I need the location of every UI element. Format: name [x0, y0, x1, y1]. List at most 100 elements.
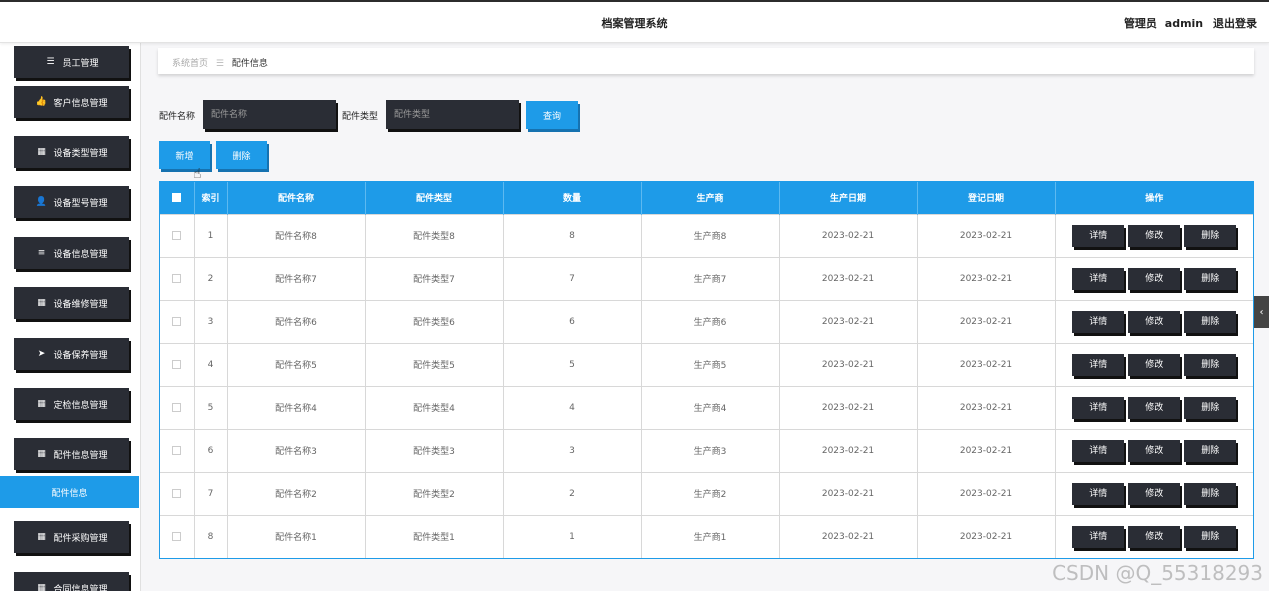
- cell-maker: 生产商8: [641, 213, 780, 257]
- edit-button[interactable]: 修改: [1128, 224, 1181, 247]
- cell-qty: 4: [503, 385, 642, 429]
- edit-button[interactable]: 修改: [1128, 353, 1181, 376]
- cell-reg-date: 2023-02-21: [917, 385, 1056, 429]
- table-row: 4 配件名称5 配件类型5 5 生产商5 2023-02-21 2023-02-21 详情 修改…: [160, 342, 1253, 386]
- sidebar-item[interactable]: 👍 客户信息管理: [14, 86, 129, 118]
- row-checkbox[interactable]: [172, 488, 182, 498]
- cell-name: 配件名称8: [227, 213, 366, 257]
- sidebar-item[interactable]: ▦ 定检信息管理: [14, 388, 129, 420]
- cell-index: 8: [194, 514, 228, 558]
- detail-button[interactable]: 详情: [1072, 482, 1125, 505]
- breadcrumb-home[interactable]: 系统首页: [172, 59, 208, 69]
- cell-reg-date: 2023-02-21: [917, 514, 1056, 558]
- table-icon: ▦: [37, 532, 46, 542]
- cell-actions: 详情 修改 删除: [1055, 256, 1253, 300]
- cell-actions: 详情 修改 删除: [1055, 385, 1253, 429]
- grid-icon: ▦: [37, 583, 46, 591]
- sidebar-item[interactable]: ▦ 设备类型管理: [14, 136, 129, 168]
- part-name-input[interactable]: [203, 100, 336, 129]
- row-select-cell: [160, 299, 195, 343]
- delete-button[interactable]: 删除: [1184, 267, 1237, 290]
- sidebar-item-label: 定检信息管理: [53, 400, 108, 411]
- detail-button[interactable]: 详情: [1072, 224, 1125, 247]
- part-type-input[interactable]: [386, 100, 519, 129]
- delete-button[interactable]: 删除: [1184, 310, 1237, 333]
- cell-name: 配件名称5: [227, 342, 366, 386]
- edit-button[interactable]: 修改: [1128, 267, 1181, 290]
- column-header: 索引: [194, 182, 228, 214]
- row-checkbox[interactable]: [172, 359, 182, 369]
- collapse-tab-chevron-icon[interactable]: ‹: [1254, 296, 1269, 328]
- cell-index: 5: [194, 385, 228, 429]
- grid-icon: ▦: [37, 399, 46, 409]
- thumbs-up-icon: 👍: [35, 97, 48, 107]
- sidebar-item[interactable]: ▦ 配件信息管理: [14, 438, 129, 470]
- batch-delete-button[interactable]: 删除: [216, 141, 267, 169]
- watermark: CSDN @Q_55318293: [1052, 561, 1263, 585]
- detail-button[interactable]: 详情: [1072, 439, 1125, 462]
- cell-qty: 3: [503, 428, 642, 472]
- cell-actions: 详情 修改 删除: [1055, 213, 1253, 257]
- cell-qty: 6: [503, 299, 642, 343]
- row-checkbox[interactable]: [172, 230, 182, 240]
- row-checkbox[interactable]: [172, 445, 182, 455]
- cell-name: 配件名称2: [227, 471, 366, 515]
- grid-icon: ▦: [37, 449, 46, 459]
- edit-button[interactable]: 修改: [1128, 396, 1181, 419]
- sidebar-item[interactable]: 👤 设备型号管理: [14, 186, 129, 218]
- cell-prod-date: 2023-02-21: [779, 213, 918, 257]
- row-checkbox[interactable]: [172, 273, 182, 283]
- delete-button[interactable]: 删除: [1184, 224, 1237, 247]
- cell-index: 1: [194, 213, 228, 257]
- cell-maker: 生产商7: [641, 256, 780, 300]
- edit-button[interactable]: 修改: [1128, 525, 1181, 548]
- sidebar-item[interactable]: ▦ 合同信息管理: [14, 572, 129, 591]
- row-checkbox[interactable]: [172, 402, 182, 412]
- logout-link[interactable]: 退出登录: [1213, 17, 1257, 30]
- cell-type: 配件类型3: [365, 428, 504, 472]
- table-row: 6 配件名称3 配件类型3 3 生产商3 2023-02-21 2023-02-21 详情 修改…: [160, 428, 1253, 472]
- sidebar-item[interactable]: ▦ 配件采购管理: [14, 521, 129, 553]
- cell-name: 配件名称3: [227, 428, 366, 472]
- cell-type: 配件类型2: [365, 471, 504, 515]
- delete-button[interactable]: 删除: [1184, 525, 1237, 548]
- add-button[interactable]: 新增: [159, 141, 210, 169]
- row-select-cell: [160, 213, 195, 257]
- detail-button[interactable]: 详情: [1072, 396, 1125, 419]
- user-icon: 👤: [35, 197, 48, 207]
- delete-button[interactable]: 删除: [1184, 482, 1237, 505]
- delete-button[interactable]: 删除: [1184, 396, 1237, 419]
- edit-button[interactable]: 修改: [1128, 439, 1181, 462]
- cell-qty: 1: [503, 514, 642, 558]
- select-all-checkbox[interactable]: [172, 192, 182, 202]
- edit-button[interactable]: 修改: [1128, 482, 1181, 505]
- cell-prod-date: 2023-02-21: [779, 514, 918, 558]
- detail-button[interactable]: 详情: [1072, 310, 1125, 333]
- detail-button[interactable]: 详情: [1072, 353, 1125, 376]
- sidebar: ☰ 员工管理 👍 客户信息管理 ▦ 设备类型管理 👤 设备型号管理 ≡ 设备信息管理 ▦ 设备维修管理…: [0, 43, 141, 591]
- username: admin: [1164, 17, 1204, 30]
- sidebar-item[interactable]: ≡ 设备信息管理: [14, 237, 129, 269]
- query-button[interactable]: 查询: [526, 101, 578, 129]
- cell-name: 配件名称4: [227, 385, 366, 429]
- breadcrumb: 系统首页 ☰ 配件信息: [158, 48, 1254, 74]
- cell-qty: 5: [503, 342, 642, 386]
- delete-button[interactable]: 删除: [1184, 353, 1237, 376]
- sidebar-item[interactable]: ➤ 设备保养管理: [14, 338, 129, 370]
- detail-button[interactable]: 详情: [1072, 525, 1125, 548]
- sidebar-item[interactable]: ▦ 设备维修管理: [14, 287, 129, 319]
- sidebar-item[interactable]: ☰ 员工管理: [14, 46, 129, 78]
- column-header: 操作: [1055, 182, 1253, 214]
- cell-reg-date: 2023-02-21: [917, 342, 1056, 386]
- row-checkbox[interactable]: [172, 316, 182, 326]
- sidebar-item-label: 设备保养管理: [53, 350, 108, 361]
- cell-actions: 详情 修改 删除: [1055, 428, 1253, 472]
- edit-button[interactable]: 修改: [1128, 310, 1181, 333]
- table-row: 5 配件名称4 配件类型4 4 生产商4 2023-02-21 2023-02-21 详情 修改…: [160, 385, 1253, 429]
- row-checkbox[interactable]: [172, 531, 182, 541]
- detail-button[interactable]: 详情: [1072, 267, 1125, 290]
- cell-type: 配件类型6: [365, 299, 504, 343]
- sidebar-subitem-active[interactable]: 配件信息: [0, 476, 139, 508]
- cell-actions: 详情 修改 删除: [1055, 299, 1253, 343]
- delete-button[interactable]: 删除: [1184, 439, 1237, 462]
